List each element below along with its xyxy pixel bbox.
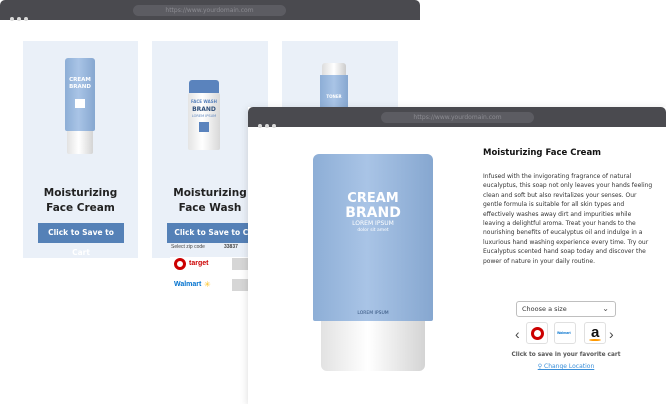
front-url-bar[interactable]: https://www.yourdomain.com: [381, 112, 534, 123]
product-main-image: CREAM BRAND LOREM IPSUM dolor sit amet L…: [313, 154, 433, 321]
window-controls[interactable]: [258, 115, 279, 133]
amazon-smile-icon: [589, 339, 601, 341]
image-sub2: dolor sit amet: [357, 228, 389, 233]
toner-bottle-image: TONER: [320, 75, 348, 111]
image-brand-top: CREAM: [347, 191, 399, 206]
retailer-tile-walmart[interactable]: Walmart: [554, 322, 576, 344]
save-to-cart-button[interactable]: Click to Save to Cart: [38, 223, 124, 257]
product-name-line1: Moisturizing: [43, 187, 118, 199]
image-bottom-text: LOREM IPSUM: [357, 311, 389, 316]
bottle-sub: LOREM IPSUM: [191, 114, 217, 118]
target-logo-icon: [174, 258, 186, 270]
bottle-label-square: [199, 122, 209, 132]
face-cream-tube-cap: [67, 131, 93, 154]
image-sub: LOREM IPSUM: [352, 220, 394, 227]
face-cream-tube-image: CREAM BRAND: [65, 58, 95, 131]
size-select[interactable]: Choose a size ⌄: [516, 301, 616, 317]
size-select-value: Choose a size: [522, 305, 567, 313]
favorite-cart-text: Click to save in your favorite cart: [511, 352, 621, 358]
zip-label: Select zip code: [171, 244, 205, 250]
chevron-left-icon[interactable]: ‹: [515, 326, 520, 342]
toner-brand: TONER: [326, 94, 342, 99]
spark-icon: ✳: [204, 280, 211, 289]
face-wash-cap: [189, 80, 219, 93]
walmart-logo-text: Walmart: [557, 331, 571, 335]
back-window-titlebar: https://www.yourdomain.com: [0, 0, 420, 21]
face-wash-bottle-image: FACE WASH BRAND LOREM IPSUM: [188, 93, 220, 150]
target-logo-icon: [531, 327, 544, 340]
product-card-face-cream[interactable]: CREAM BRAND Moisturizing Face Cream Clic…: [23, 41, 138, 258]
window-controls[interactable]: [10, 8, 31, 26]
product-main-cap: [321, 321, 425, 371]
toner-cap: [322, 63, 346, 75]
back-url-bar[interactable]: https://www.yourdomain.com: [133, 5, 286, 16]
retailer-tile-amazon[interactable]: a: [584, 322, 606, 344]
tube-brand-top: CREAM: [69, 77, 91, 83]
chevron-down-icon: ⌄: [602, 304, 609, 313]
retailer-tile-target[interactable]: [526, 322, 548, 344]
product-name-line2: Face Cream: [46, 202, 115, 214]
bottle-brand-top: FACE WASH: [191, 99, 217, 104]
tube-brand-main: BRAND: [69, 84, 91, 90]
product-card-toner[interactable]: TONER: [282, 41, 398, 111]
chevron-right-icon[interactable]: ›: [609, 326, 614, 342]
tube-label-square: [75, 99, 85, 108]
retailer-name: Walmart: [174, 281, 202, 288]
zip-value[interactable]: 33837: [224, 244, 238, 250]
change-location-link[interactable]: ⚲ Change Location: [496, 363, 636, 370]
product-description: Infused with the invigorating fragrance …: [483, 173, 653, 265]
bottle-brand-main: BRAND: [192, 106, 216, 113]
image-brand-main: BRAND: [345, 205, 401, 221]
retailer-name: target: [189, 260, 209, 267]
front-window-titlebar: https://www.yourdomain.com: [248, 107, 666, 128]
front-browser-window: https://www.yourdomain.com CREAM BRAND L…: [248, 107, 666, 404]
change-location-label[interactable]: Change Location: [544, 363, 594, 370]
product-title: Moisturizing Face Cream: [483, 148, 602, 158]
